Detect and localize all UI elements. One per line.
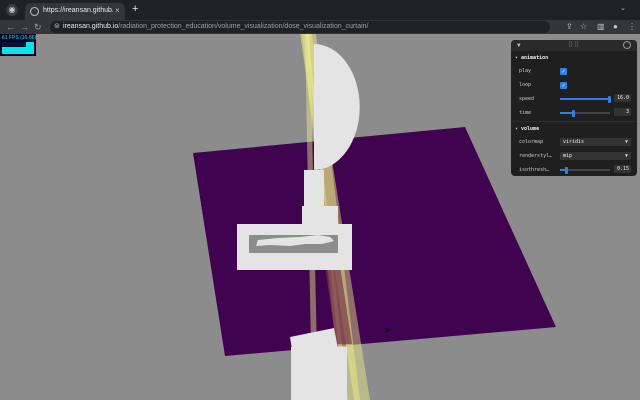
stand-neck	[302, 206, 338, 224]
colormap-select[interactable]: viridis ▼	[560, 138, 631, 146]
forward-arrow-icon[interactable]: →	[20, 20, 29, 34]
globe-icon	[30, 7, 39, 16]
renderstyle-select[interactable]: mip ▼	[560, 152, 631, 160]
collapse-triangle-icon[interactable]: ▼	[517, 42, 521, 49]
isothreshold-label: isothresh…	[519, 167, 550, 173]
url-host: ireansan.github.io	[63, 23, 119, 30]
folder-animation-label: animation	[521, 55, 549, 61]
fps-graph	[2, 42, 34, 54]
bookmark-star-icon[interactable]: ☆	[580, 20, 587, 34]
tab-title: https://ireansan.github.io/radi	[43, 7, 113, 14]
folder-animation[interactable]: ▾ animation	[515, 55, 548, 61]
stand-post	[304, 170, 324, 206]
back-arrow-icon[interactable]: ←	[6, 20, 15, 34]
site-info-icon[interactable]: ⊜	[54, 21, 60, 33]
loop-checkbox[interactable]: ✓	[560, 82, 567, 89]
section-divider	[511, 121, 637, 122]
share-icon[interactable]: ⇪	[566, 20, 573, 34]
tab-close-button[interactable]: ×	[115, 5, 120, 17]
speed-slider-fill	[560, 98, 609, 100]
settings-icon[interactable]	[623, 41, 631, 49]
chevron-down-icon: ▼	[624, 139, 628, 145]
time-label: time	[519, 110, 532, 116]
address-bar[interactable]: ⊜ ireansan.github.io/radiation_protectio…	[50, 21, 550, 33]
time-slider-knob[interactable]	[572, 110, 575, 117]
profile-icon[interactable]: ●	[613, 20, 618, 34]
mouse-cursor-icon: ➤	[384, 325, 392, 335]
colormap-value: viridis	[563, 139, 585, 145]
pillar-body	[291, 347, 347, 400]
menu-kebab-icon[interactable]: ⋮	[628, 20, 636, 34]
tab-menu-chevron-icon[interactable]: ⌄	[620, 4, 626, 12]
speed-label: speed	[519, 96, 535, 102]
colormap-label: colormap	[519, 139, 544, 145]
play-label: play	[519, 68, 532, 74]
browser-window: ◉ https://ireansan.github.io/radi × + ⌄ …	[0, 0, 640, 400]
loop-label: loop	[519, 82, 532, 88]
reload-icon[interactable]: ↻	[34, 20, 42, 34]
speed-slider-knob[interactable]	[608, 96, 611, 103]
isothreshold-slider-knob[interactable]	[565, 167, 568, 174]
url-text: ireansan.github.io/radiation_protection_…	[63, 21, 368, 33]
drag-handle-icon[interactable]: ⠿⠿	[568, 41, 580, 49]
tab-strip: ◉ https://ireansan.github.io/radi × + ⌄	[0, 0, 640, 20]
chevron-down-icon: ▾	[515, 55, 519, 61]
play-checkbox[interactable]: ✓	[560, 68, 567, 75]
time-value[interactable]: 3	[614, 108, 631, 116]
url-path: /radiation_protection_education/volume_v…	[118, 23, 369, 30]
folder-volume-label: volume	[521, 126, 540, 132]
chevron-down-icon: ▼	[624, 153, 628, 159]
gui-controls-panel: ▼ ⠿⠿ ▾ animation play ✓ loop ✓ speed 16.0…	[511, 40, 637, 176]
browser-toolbar: ← → ↻ ⊜ ireansan.github.io/radiation_pro…	[0, 20, 640, 34]
new-tab-button[interactable]: +	[132, 3, 138, 16]
fps-label: 61 FPS (16-86)	[2, 35, 37, 41]
fps-stats-panel[interactable]: 61 FPS (16-86)	[0, 34, 36, 56]
renderstyle-label: renderstyl…	[519, 153, 553, 159]
chevron-down-icon: ▾	[515, 126, 519, 132]
tab-search-icon[interactable]: ◉	[6, 4, 18, 16]
gui-titlebar[interactable]: ▼ ⠿⠿	[511, 40, 637, 51]
speed-value[interactable]: 16.0	[614, 94, 631, 102]
folder-volume[interactable]: ▾ volume	[515, 126, 539, 132]
side-panel-icon[interactable]: ▥	[597, 20, 605, 34]
isothreshold-value[interactable]: 0.15	[614, 165, 631, 173]
tab-active[interactable]: https://ireansan.github.io/radi ×	[25, 3, 125, 20]
webgl-canvas[interactable]: 61 FPS (16-86) ▼ ⠿⠿ ▾ animation play ✓ lo…	[0, 34, 640, 400]
renderstyle-value: mip	[563, 153, 573, 159]
